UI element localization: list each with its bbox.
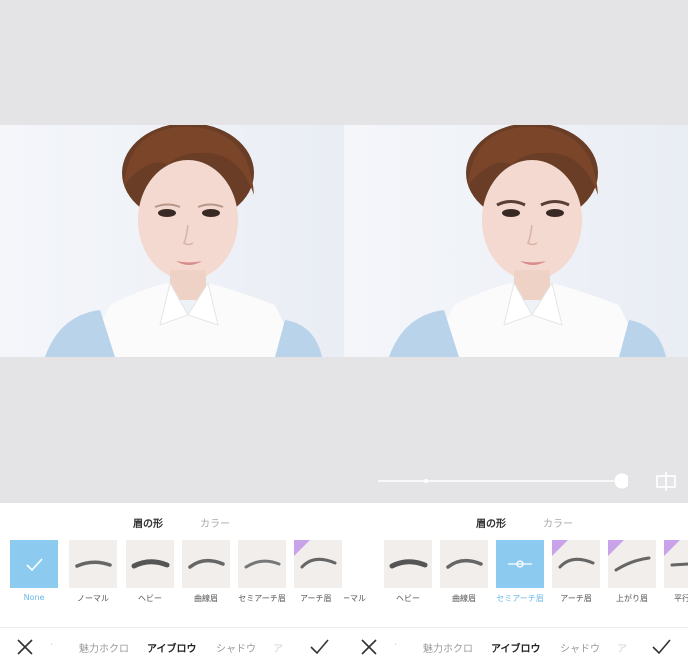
close-icon[interactable]: [14, 636, 36, 658]
style-thumb-semi-arch[interactable]: [496, 540, 544, 588]
style-thumb-curved[interactable]: [440, 540, 488, 588]
style-thumb-semi-arch[interactable]: [238, 540, 286, 588]
portrait-photo: [0, 125, 344, 357]
style-thumb-arch[interactable]: [552, 540, 600, 588]
eyebrow-icon: [446, 558, 483, 569]
tab-color[interactable]: カラー: [543, 515, 573, 530]
toolbar-item-more[interactable]: ア: [273, 640, 283, 655]
slider-handle[interactable]: [613, 472, 631, 490]
tab-eyebrow-shape[interactable]: 眉の形: [133, 515, 163, 530]
eyebrow-icon: [389, 559, 428, 569]
eyebrow-icon: [131, 559, 170, 569]
pro-badge-icon: [294, 540, 310, 556]
after-panel: 眉の形 カラー ーマル ヘビー 曲線眉 セミアーチ眉 アーチ眉 上がり眉 平行 …: [344, 0, 688, 665]
toolbar-item-more[interactable]: ア: [617, 640, 627, 655]
portrait-photo: [344, 125, 688, 357]
category-tabs: 眉の形 カラー: [0, 515, 344, 531]
toolbar-item-mole[interactable]: 魅力ホクロ: [79, 640, 129, 655]
bottom-sheet: 眉の形 カラー None ノーマル ヘビー 曲線眉 セミアーチ眉 アーチ眉 · …: [0, 503, 344, 665]
category-tabs: 眉の形 カラー: [344, 515, 688, 531]
toolbar-item-eyebrow[interactable]: アイブロウ: [147, 640, 197, 655]
intensity-slider[interactable]: [378, 470, 631, 492]
toolbar-item-shadow[interactable]: シャドウ: [560, 640, 600, 655]
style-label: 上がり眉: [616, 594, 648, 603]
style-thumb-none[interactable]: [10, 540, 58, 588]
pro-badge-icon: [608, 540, 624, 556]
confirm-check-icon[interactable]: [308, 636, 330, 658]
style-label: ーマル: [344, 594, 366, 603]
close-icon[interactable]: [358, 636, 380, 658]
before-panel: 眉の形 カラー None ノーマル ヘビー 曲線眉 セミアーチ眉 アーチ眉 · …: [0, 0, 344, 665]
compare-icon[interactable]: [655, 470, 677, 492]
pro-badge-icon: [664, 540, 680, 556]
tab-eyebrow-shape[interactable]: 眉の形: [476, 515, 506, 530]
style-label: ヘビー: [138, 594, 162, 603]
eyebrow-icon: [75, 560, 112, 568]
style-label: セミアーチ眉: [238, 594, 286, 603]
toolbar-item-prev[interactable]: ·: [394, 640, 397, 651]
confirm-check-icon[interactable]: [650, 636, 672, 658]
bottom-toolbar: · 魅力ホクロ アイブロウ シャドウ ア: [0, 627, 344, 665]
style-thumb-heavy[interactable]: [384, 540, 432, 588]
pro-badge-icon: [552, 540, 568, 556]
bottom-toolbar: · 魅力ホクロ アイブロウ シャドウ ア: [344, 627, 688, 665]
check-icon: [26, 558, 43, 572]
style-label: アーチ眉: [560, 594, 592, 603]
eyebrow-icon: [244, 559, 281, 569]
toolbar-item-prev[interactable]: ·: [50, 640, 53, 651]
bottom-sheet: 眉の形 カラー ーマル ヘビー 曲線眉 セミアーチ眉 アーチ眉 上がり眉 平行 …: [344, 503, 688, 665]
style-label: アーチ眉: [300, 594, 332, 603]
slider-adjust-icon: [508, 560, 532, 568]
style-label: ヘビー: [396, 594, 420, 603]
tab-color[interactable]: カラー: [200, 515, 230, 530]
style-thumb-arch[interactable]: [294, 540, 342, 588]
style-thumb-normal[interactable]: [69, 540, 117, 588]
style-thumb-curved[interactable]: [182, 540, 230, 588]
photo-canvas: [344, 0, 688, 503]
style-label: None: [23, 593, 45, 602]
toolbar-item-mole[interactable]: 魅力ホクロ: [423, 640, 473, 655]
style-label: ノーマル: [77, 594, 109, 603]
style-thumb-raised[interactable]: [608, 540, 656, 588]
style-label: 平行: [674, 594, 688, 603]
style-thumb-heavy[interactable]: [126, 540, 174, 588]
style-label: 曲線眉: [452, 594, 476, 603]
photo-canvas: [0, 0, 344, 503]
toolbar-item-eyebrow[interactable]: アイブロウ: [491, 640, 541, 655]
style-thumb-parallel[interactable]: [664, 540, 688, 588]
style-label: 曲線眉: [194, 594, 218, 603]
eyebrow-icon: [188, 558, 225, 569]
style-label: セミアーチ眉: [496, 594, 544, 603]
toolbar-item-shadow[interactable]: シャドウ: [216, 640, 256, 655]
